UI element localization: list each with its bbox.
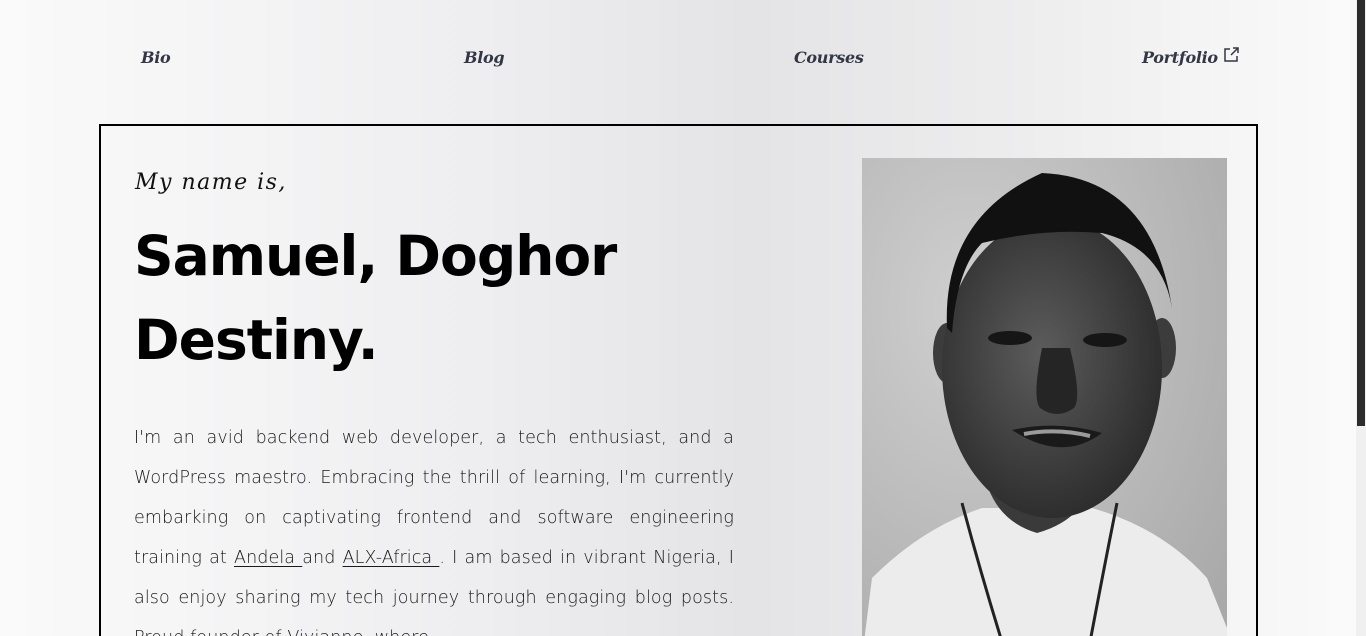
nav-courses-link[interactable]: Courses <box>794 48 864 67</box>
nav-bio-link[interactable]: Bio <box>141 48 171 67</box>
intro-text: My name is, <box>135 170 287 195</box>
alx-africa-link[interactable]: ALX-Africa <box>343 548 440 568</box>
nav-bio-label: Bio <box>141 48 171 67</box>
bio-text-1: I'm an avid backend web developer, a tec… <box>134 428 734 568</box>
profile-photo <box>862 158 1227 636</box>
nav-portfolio-label: Portfolio <box>1142 48 1218 67</box>
main-nav: Bio Blog Courses Portfolio <box>0 46 1356 76</box>
nav-portfolio-link[interactable]: Portfolio <box>1142 46 1240 67</box>
andela-link[interactable]: Andela <box>234 548 302 568</box>
hero-card: My name is, Samuel, Doghor Destiny. I'm … <box>99 124 1258 636</box>
scrollbar-thumb[interactable] <box>1357 0 1365 426</box>
bio-paragraph: I'm an avid backend web developer, a tec… <box>134 418 734 636</box>
hero-name: Samuel, Doghor Destiny. <box>134 224 617 372</box>
nav-blog-link[interactable]: Blog <box>464 48 505 67</box>
page-scrollbar[interactable] <box>1356 0 1366 636</box>
nav-blog-label: Blog <box>464 48 505 67</box>
external-link-icon <box>1223 46 1240 63</box>
bio-text-2: and <box>302 548 343 568</box>
nav-courses-label: Courses <box>794 48 864 67</box>
